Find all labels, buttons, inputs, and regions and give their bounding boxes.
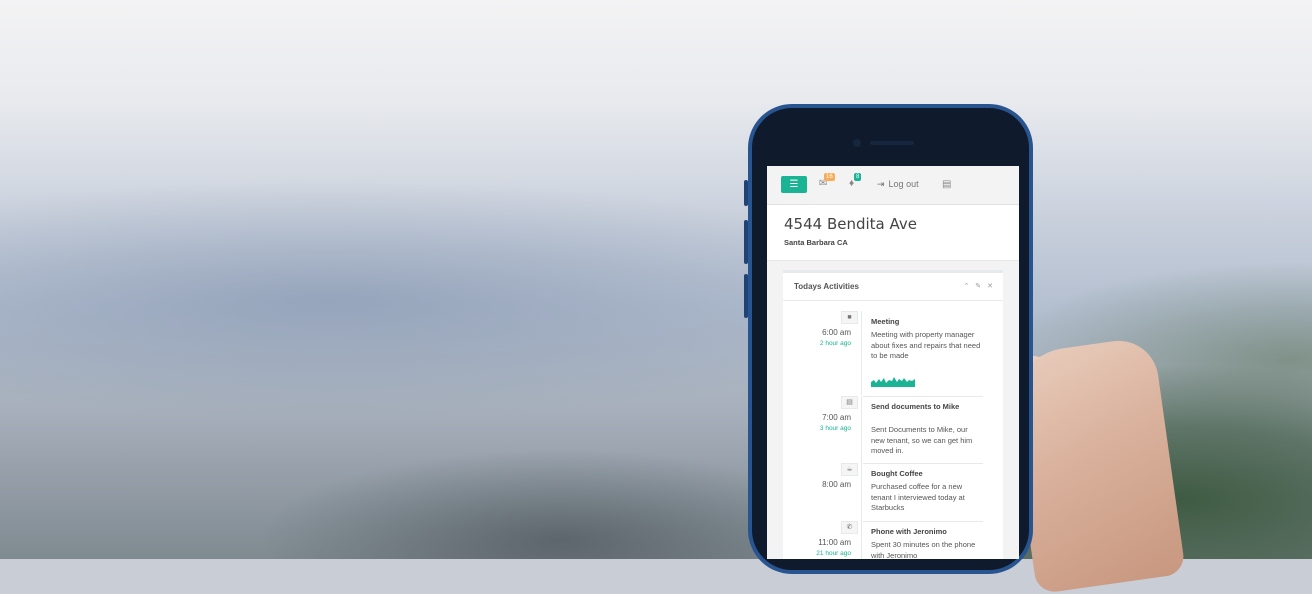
close-icon[interactable]: ✕ — [987, 283, 993, 290]
coffee-icon: ☕ — [841, 463, 858, 476]
volume-down-button — [744, 274, 748, 318]
activity-divider — [863, 521, 983, 522]
file-icon: ▤ — [841, 396, 858, 409]
logout-label: Log out — [888, 179, 919, 189]
right-sidebar-toggle[interactable]: ▤ — [942, 179, 951, 190]
logout-link[interactable]: ⇥ Log out — [877, 179, 919, 190]
activity-title: Send documents to Mike — [871, 402, 960, 411]
panel-tools: ⌃ ✎ ✕ — [959, 282, 993, 290]
phone-icon: ✆ — [841, 521, 858, 534]
activity-ago: 2 hour ago — [819, 340, 851, 347]
messages-button[interactable]: ✉ 16 — [819, 173, 835, 189]
activity-time: 11:00 am — [818, 538, 851, 547]
collapse-icon[interactable]: ⌃ — [963, 283, 969, 290]
activity-time: 6:00 am — [822, 328, 851, 337]
hamburger-icon: ☰ — [789, 179, 799, 190]
timeline-line — [861, 396, 862, 463]
activity-title: Bought Coffee — [871, 469, 923, 478]
activities-panel-header: Todays Activities ⌃ ✎ ✕ — [783, 273, 1003, 301]
timeline-line — [861, 463, 862, 521]
earpiece-speaker — [870, 141, 914, 145]
activity-divider — [863, 396, 983, 397]
activity-title: Meeting — [871, 317, 900, 326]
mute-switch — [744, 180, 748, 206]
activity-time: 8:00 am — [822, 480, 851, 489]
timeline-line — [861, 311, 862, 395]
phone-screen: ☰ ✉ 16 ♦ 8 ⇥ Log out ▤ 4544 Bendita Ave S… — [767, 166, 1019, 559]
property-address: 4544 Bendita Ave — [784, 215, 917, 233]
activity-desc: Spent 30 minutes on the phone with Jeron… — [871, 540, 976, 559]
alerts-button[interactable]: ♦ 8 — [849, 173, 862, 189]
activity-ago: 21 hour ago — [816, 550, 851, 557]
activity-title: Phone with Jeronimo — [871, 527, 947, 536]
menu-toggle-button[interactable]: ☰ — [781, 176, 807, 193]
property-city: Santa Barbara CA — [784, 238, 848, 247]
volume-up-button — [744, 220, 748, 264]
messages-badge: 16 — [824, 173, 835, 181]
activities-panel-title: Todays Activities — [794, 282, 859, 291]
activity-desc: Purchased coffee for a new tenant I inte… — [871, 482, 965, 512]
property-header: 4544 Bendita Ave Santa Barbara CA — [767, 205, 1019, 261]
tasks-icon: ▤ — [942, 179, 952, 190]
activity-desc: Meeting with property manager about fixe… — [871, 330, 981, 360]
activity-divider — [863, 463, 983, 464]
timeline-line — [861, 521, 862, 559]
activity-sparkline — [871, 377, 915, 387]
front-camera — [853, 139, 861, 147]
sign-out-icon: ⇥ — [877, 179, 885, 189]
activity-desc: Sent Documents to Mike, our new tenant, … — [871, 425, 973, 455]
activity-ago: 3 hour ago — [819, 425, 851, 432]
activities-panel: Todays Activities ⌃ ✎ ✕ ■ 6:00 am 2 hour… — [783, 270, 1003, 559]
app-topbar: ☰ ✉ 16 ♦ 8 ⇥ Log out ▤ — [767, 166, 1019, 205]
alerts-badge: 8 — [854, 173, 862, 181]
briefcase-icon: ■ — [841, 311, 858, 324]
activity-time: 7:00 am — [822, 413, 851, 422]
wrench-icon[interactable]: ✎ — [975, 283, 981, 290]
